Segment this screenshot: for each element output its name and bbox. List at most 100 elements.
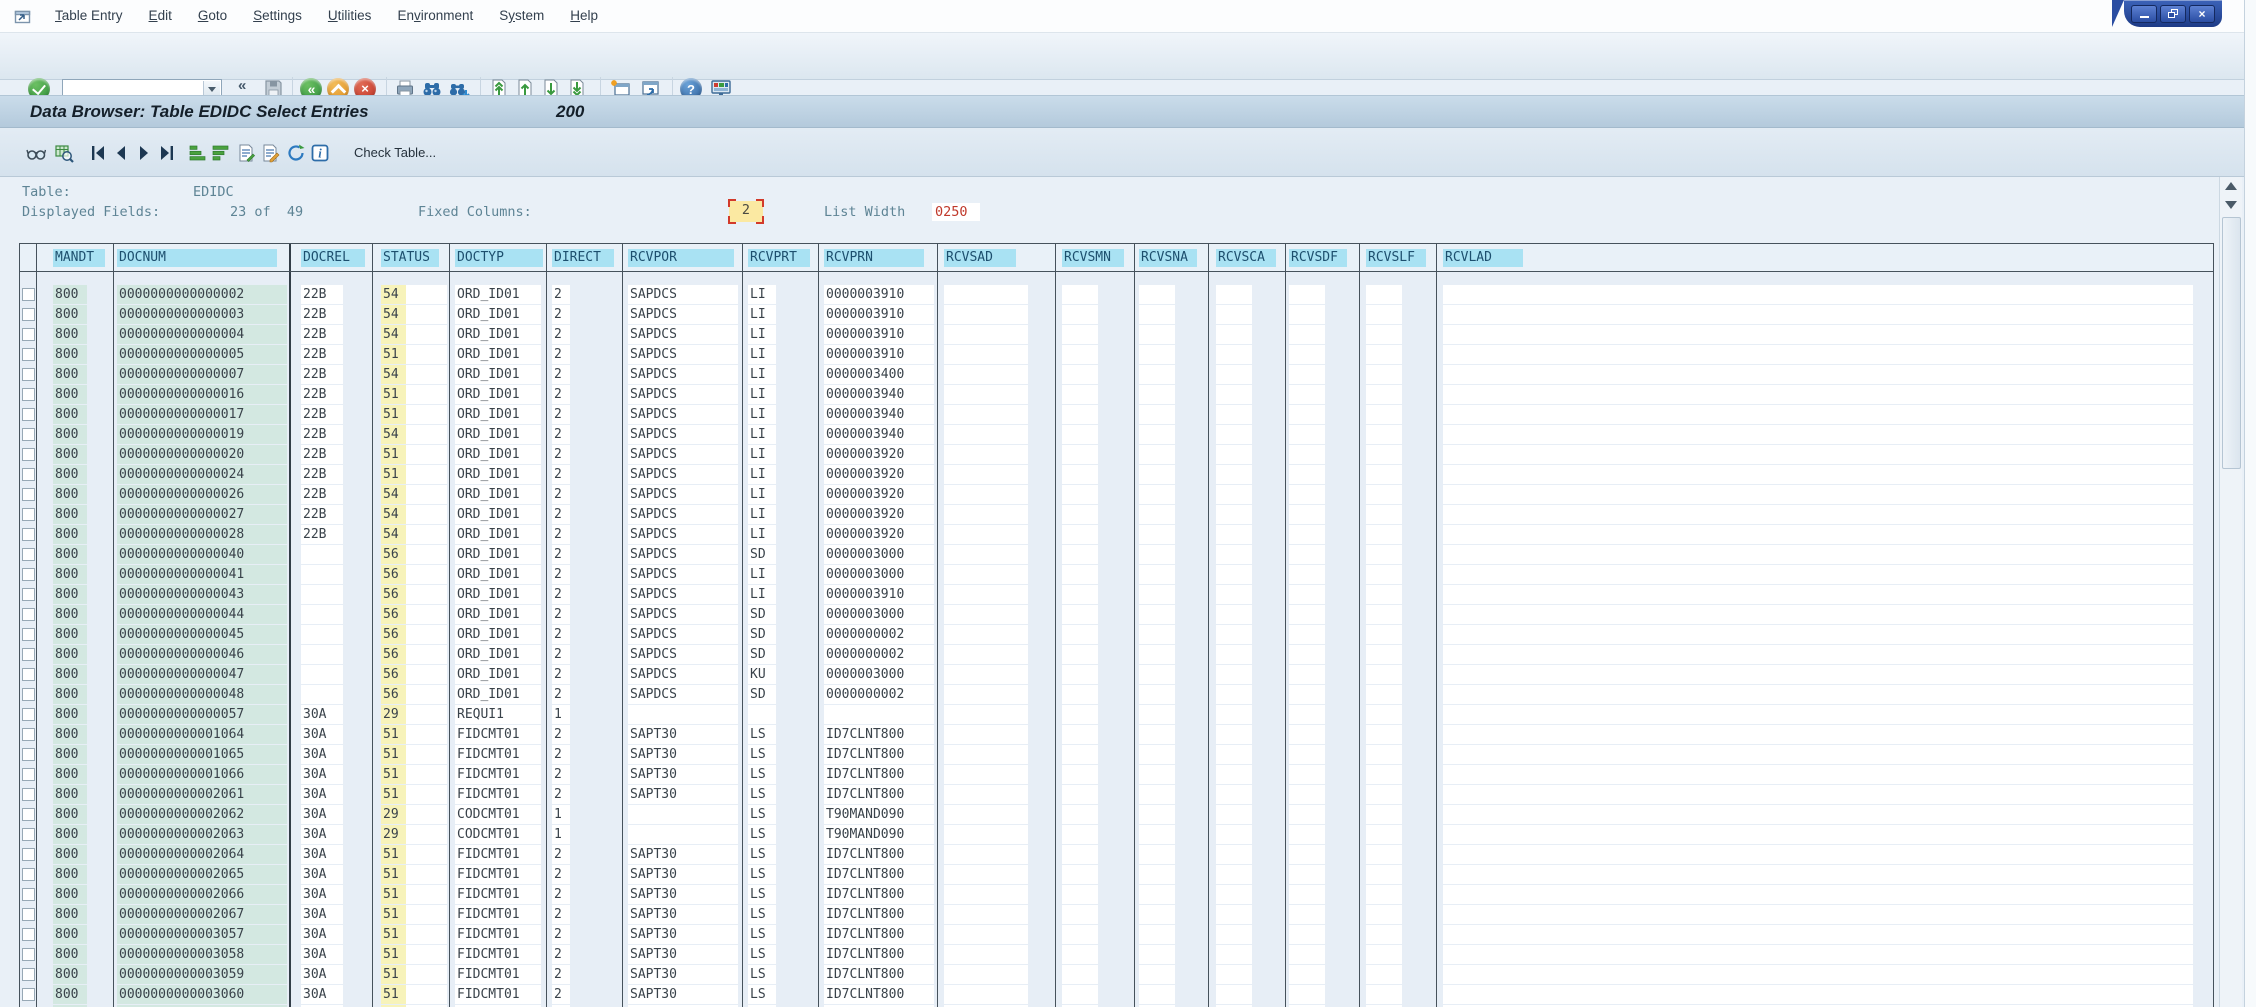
cell-direct[interactable]: 2 (552, 445, 570, 464)
cell-rcvprt[interactable]: LI (748, 425, 776, 444)
row-checkbox[interactable] (22, 628, 35, 641)
cell-rcvslf[interactable] (1366, 325, 1402, 344)
cell-rcvprt[interactable]: LS (748, 765, 776, 784)
cell-doctyp[interactable]: FIDCMT01 (455, 765, 541, 784)
cell-rcvpor[interactable] (628, 825, 738, 844)
cell-rcvslf[interactable] (1366, 625, 1402, 644)
cell-mandt[interactable]: 800 (53, 485, 87, 504)
cell-rcvsmn[interactable] (1062, 365, 1098, 384)
cell-rcvprn[interactable]: ID7CLNT800 (824, 785, 934, 804)
row-checkbox[interactable] (22, 688, 35, 701)
row-checkbox[interactable] (22, 508, 35, 521)
cell-rcvsna[interactable] (1139, 945, 1175, 964)
column-header-rcvprn[interactable]: RCVPRN (824, 249, 924, 267)
cell-doctyp[interactable]: ORD_ID01 (455, 605, 541, 624)
cell-rcvlad[interactable] (1443, 885, 2193, 904)
cell-rcvprt[interactable]: LI (748, 405, 776, 424)
cell-docrel[interactable]: 30A (301, 725, 343, 744)
cell-rcvslf[interactable] (1366, 505, 1402, 524)
cell-mandt[interactable]: 800 (53, 685, 87, 704)
cell-rcvprt[interactable]: LI (748, 585, 776, 604)
refresh-icon[interactable] (286, 143, 306, 163)
cell-docrel[interactable]: 30A (301, 905, 343, 924)
cell-rcvsmn[interactable] (1062, 665, 1098, 684)
cell-docrel[interactable]: 30A (301, 925, 343, 944)
cell-rcvlad[interactable] (1443, 925, 2193, 944)
cell-mandt[interactable]: 800 (53, 505, 87, 524)
cell-rcvsca[interactable] (1216, 865, 1252, 884)
column-header-rcvsdf[interactable]: RCVSDF (1289, 249, 1347, 267)
cell-status[interactable]: 54 (381, 525, 447, 544)
cell-docnum[interactable]: 0000000000000041 (117, 565, 287, 584)
cell-doctyp[interactable]: FIDCMT01 (455, 925, 541, 944)
cell-status[interactable]: 51 (381, 865, 447, 884)
cell-rcvsmn[interactable] (1062, 785, 1098, 804)
cell-mandt[interactable]: 800 (53, 665, 87, 684)
cell-rcvsad[interactable] (944, 645, 1028, 664)
cell-doctyp[interactable]: ORD_ID01 (455, 445, 541, 464)
cell-mandt[interactable]: 800 (53, 705, 87, 724)
row-checkbox[interactable] (22, 868, 35, 881)
cell-rcvsca[interactable] (1216, 805, 1252, 824)
cell-docnum[interactable]: 0000000000001065 (117, 745, 287, 764)
cell-mandt[interactable]: 800 (53, 945, 87, 964)
menu-system[interactable]: System (486, 0, 557, 32)
cell-docrel[interactable]: 30A (301, 845, 343, 864)
last-entry-icon[interactable] (157, 143, 177, 163)
cell-doctyp[interactable]: ORD_ID01 (455, 665, 541, 684)
row-checkbox[interactable] (22, 548, 35, 561)
cell-status[interactable]: 51 (381, 885, 447, 904)
cell-docrel[interactable]: 30A (301, 865, 343, 884)
cell-rcvsad[interactable] (944, 525, 1028, 544)
cell-rcvprn[interactable]: 0000003400 (824, 365, 934, 384)
cell-rcvpor[interactable]: SAPDCS (628, 605, 738, 624)
cell-rcvsca[interactable] (1216, 305, 1252, 324)
cell-rcvsca[interactable] (1216, 445, 1252, 464)
cell-status[interactable]: 29 (381, 825, 447, 844)
refresh-view-icon[interactable] (54, 143, 74, 163)
cell-rcvsdf[interactable] (1289, 365, 1325, 384)
cell-rcvsdf[interactable] (1289, 805, 1325, 824)
cell-rcvsdf[interactable] (1289, 345, 1325, 364)
cell-rcvsad[interactable] (944, 685, 1028, 704)
cell-doctyp[interactable]: ORD_ID01 (455, 685, 541, 704)
cell-rcvsmn[interactable] (1062, 865, 1098, 884)
cell-rcvlad[interactable] (1443, 505, 2193, 524)
menu-edit[interactable]: Edit (136, 0, 185, 32)
cell-mandt[interactable]: 800 (53, 745, 87, 764)
cell-rcvsad[interactable] (944, 945, 1028, 964)
cell-rcvsdf[interactable] (1289, 305, 1325, 324)
cell-rcvsdf[interactable] (1289, 385, 1325, 404)
cell-rcvsna[interactable] (1139, 905, 1175, 924)
cell-rcvsmn[interactable] (1062, 705, 1098, 724)
cell-docnum[interactable]: 0000000000000047 (117, 665, 287, 684)
column-header-rcvsna[interactable]: RCVSNA (1139, 249, 1197, 267)
row-checkbox[interactable] (22, 428, 35, 441)
cell-rcvsad[interactable] (944, 865, 1028, 884)
menu-settings[interactable]: Settings (240, 0, 315, 32)
cell-docrel[interactable] (301, 545, 343, 564)
cell-rcvpor[interactable]: SAPDCS (628, 485, 738, 504)
cell-rcvprt[interactable]: SD (748, 625, 776, 644)
row-checkbox[interactable] (22, 988, 35, 1001)
cell-rcvsca[interactable] (1216, 685, 1252, 704)
cell-rcvprn[interactable]: 0000003910 (824, 585, 934, 604)
cell-rcvslf[interactable] (1366, 685, 1402, 704)
cell-rcvpor[interactable]: SAPT30 (628, 785, 738, 804)
cell-rcvsad[interactable] (944, 825, 1028, 844)
cell-rcvslf[interactable] (1366, 785, 1402, 804)
cell-rcvlad[interactable] (1443, 445, 2193, 464)
cell-rcvslf[interactable] (1366, 285, 1402, 304)
cell-rcvsdf[interactable] (1289, 285, 1325, 304)
cell-rcvsmn[interactable] (1062, 405, 1098, 424)
cell-rcvsna[interactable] (1139, 345, 1175, 364)
cell-rcvsad[interactable] (944, 745, 1028, 764)
cell-docnum[interactable]: 0000000000000046 (117, 645, 287, 664)
cell-docnum[interactable]: 0000000000002063 (117, 825, 287, 844)
row-checkbox[interactable] (22, 448, 35, 461)
row-checkbox[interactable] (22, 928, 35, 941)
cell-docrel[interactable] (301, 645, 343, 664)
cell-direct[interactable]: 2 (552, 665, 570, 684)
cell-rcvsmn[interactable] (1062, 905, 1098, 924)
cell-rcvsna[interactable] (1139, 865, 1175, 884)
